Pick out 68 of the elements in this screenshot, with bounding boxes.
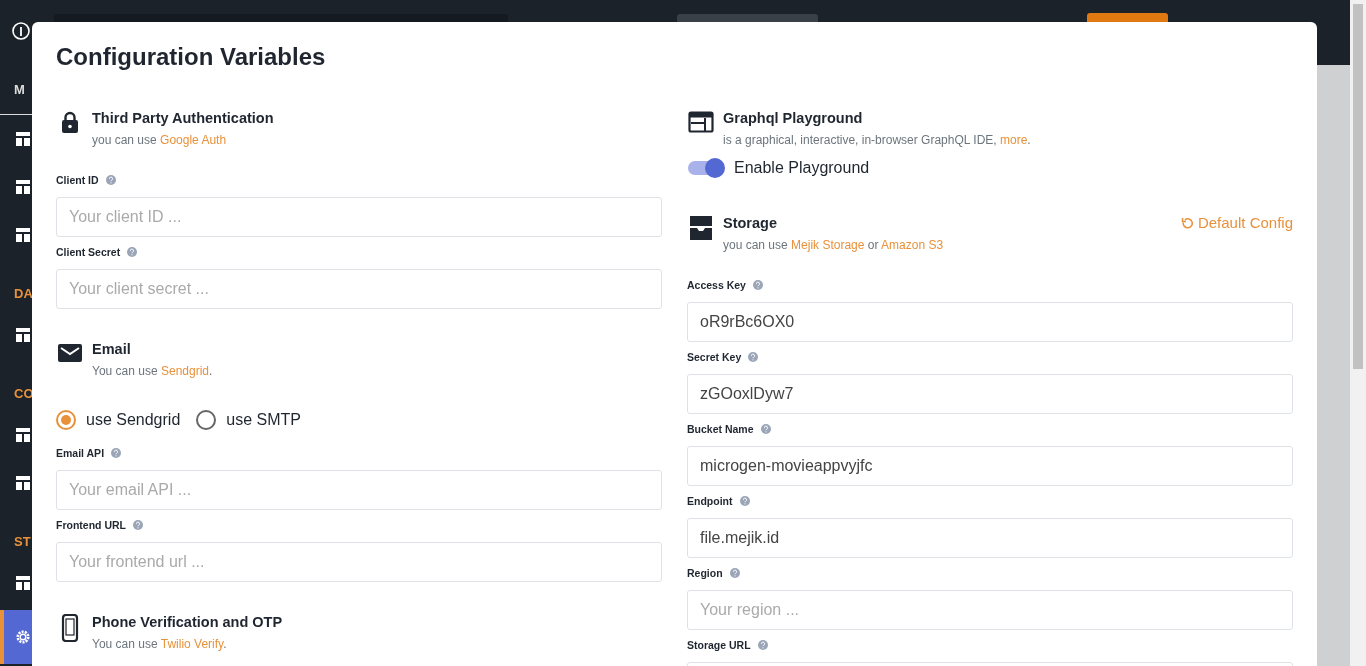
field-label: Client Secret <box>56 246 121 258</box>
tray-icon <box>688 215 714 241</box>
modal-title: Configuration Variables <box>56 42 327 72</box>
radio-label: use Sendgrid <box>86 411 181 429</box>
window-icon <box>688 110 714 134</box>
input-field[interactable]: Your region ... <box>687 590 1293 630</box>
help-icon <box>111 448 122 458</box>
radio-button[interactable] <box>56 410 76 430</box>
link[interactable]: Sendgrid <box>160 364 209 378</box>
input-field[interactable]: file.mejik.id <box>687 518 1293 558</box>
sidebar-icon <box>16 131 30 147</box>
section-title: Graphql Playground <box>723 109 864 128</box>
section-description: you can use Google Auth <box>92 132 228 149</box>
input-field[interactable]: microgen-movieappvyjfc <box>687 446 1293 486</box>
field-label: Frontend URL <box>56 519 126 531</box>
sidebar-icon <box>16 227 30 243</box>
section-title: Storage <box>723 214 778 233</box>
gear-icon <box>16 629 30 645</box>
field-label: Bucket Name <box>687 423 754 435</box>
link[interactable]: Google Auth <box>160 133 227 147</box>
section-description: You can use Twilio Verify. <box>92 636 228 653</box>
help-icon <box>739 496 750 506</box>
field-label: Email API <box>56 447 105 459</box>
sidebar-icon <box>16 575 30 591</box>
input-field[interactable]: Your client secret ... <box>56 269 662 309</box>
help-icon <box>752 280 763 290</box>
input-field[interactable]: Your client ID ... <box>56 197 662 237</box>
section-description: You can use Sendgrid. <box>92 363 214 380</box>
sidebar-icon <box>16 327 30 343</box>
radio-button[interactable] <box>196 410 217 430</box>
field-label: Access Key <box>687 279 746 291</box>
field-label: Storage URL <box>687 639 751 651</box>
toggle-switch[interactable] <box>688 157 725 179</box>
input-field[interactable]: zGOoxlDyw7 <box>687 374 1293 414</box>
help-icon <box>729 568 740 578</box>
reset-icon <box>1180 216 1193 230</box>
help-icon <box>127 247 138 257</box>
link[interactable]: Amazon S3 <box>881 238 944 252</box>
section-title: Email <box>92 340 132 359</box>
default-config-button[interactable]: Default Config <box>1180 213 1293 233</box>
section-title: Phone Verification and OTP <box>92 613 284 632</box>
section-title: Third Party Authentication <box>92 109 275 128</box>
field-label: Secret Key <box>687 351 742 363</box>
help-icon <box>133 520 143 530</box>
sidebar-icon <box>16 179 30 195</box>
help-icon <box>760 424 771 434</box>
sidebar-icon <box>16 475 30 491</box>
section-description: is a graphical, interactive, in-browser GraphQL IDE, more. <box>723 132 1032 149</box>
sidebar-heading: ST <box>14 534 31 549</box>
field-label: Endpoint <box>687 495 733 507</box>
envelope-icon <box>57 341 83 365</box>
radio-label: use SMTP <box>226 411 301 429</box>
sidebar-icon <box>16 427 30 443</box>
input-field[interactable]: Your frontend url ... <box>56 542 662 582</box>
toggle-label: Enable Playground <box>734 159 870 177</box>
scrollbar[interactable] <box>1350 0 1366 666</box>
help-icon <box>748 352 759 362</box>
input-field[interactable]: oR9rBc6OX0 <box>687 302 1293 342</box>
help-icon <box>757 640 768 650</box>
field-label: Region <box>687 567 723 579</box>
logo-icon <box>12 22 30 40</box>
help-icon <box>105 175 116 185</box>
input-field[interactable]: Your email API ... <box>56 470 662 510</box>
link[interactable]: Mejik Storage <box>791 238 865 252</box>
sidebar-heading: DA <box>14 286 33 301</box>
sidebar-tab[interactable]: M <box>14 82 25 97</box>
section-description: you can use Mejik Storage or Amazon S3 <box>723 237 945 254</box>
field-label: Client ID <box>56 174 99 186</box>
